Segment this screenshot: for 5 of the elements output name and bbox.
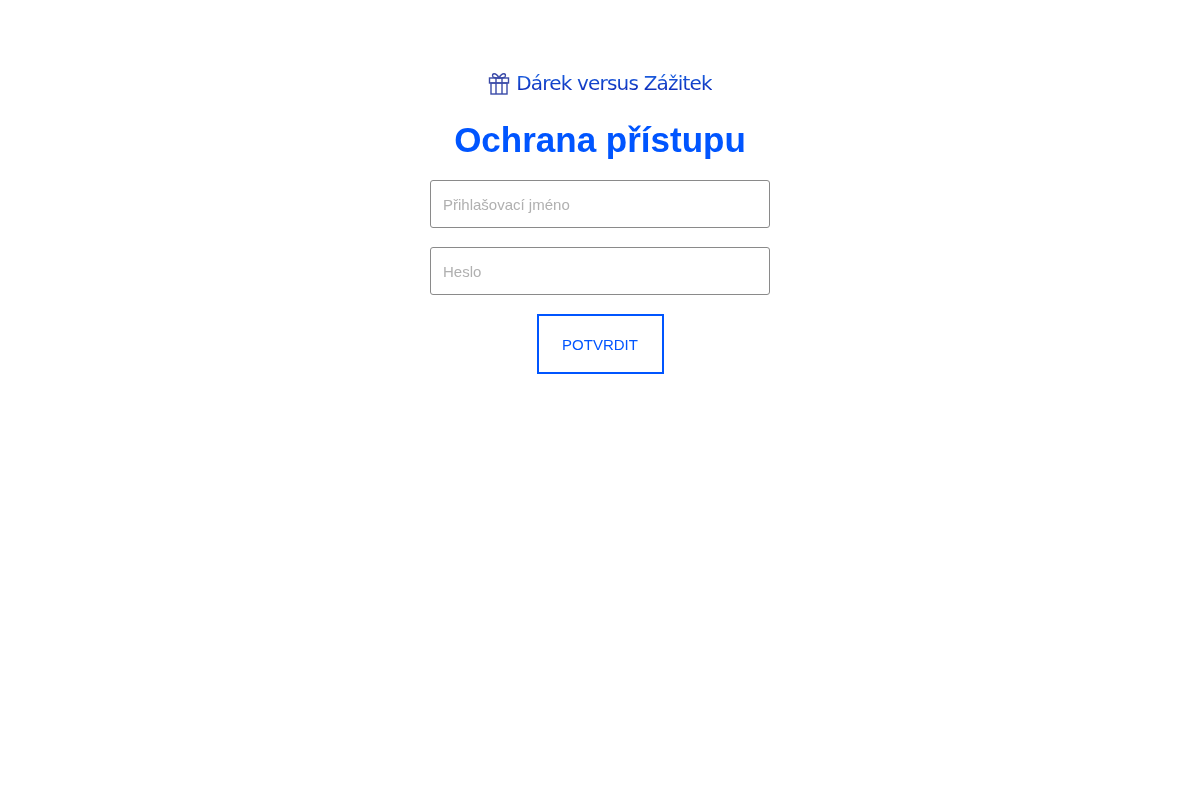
input-field[interactable]: Heslo xyxy=(430,247,770,295)
gift-icon xyxy=(488,71,511,95)
input-field[interactable]: Přihlašovací jméno xyxy=(430,180,770,228)
submit-button[interactable]: POTVRDIT xyxy=(536,314,664,374)
page-title: Ochrana přístupu xyxy=(454,120,746,160)
